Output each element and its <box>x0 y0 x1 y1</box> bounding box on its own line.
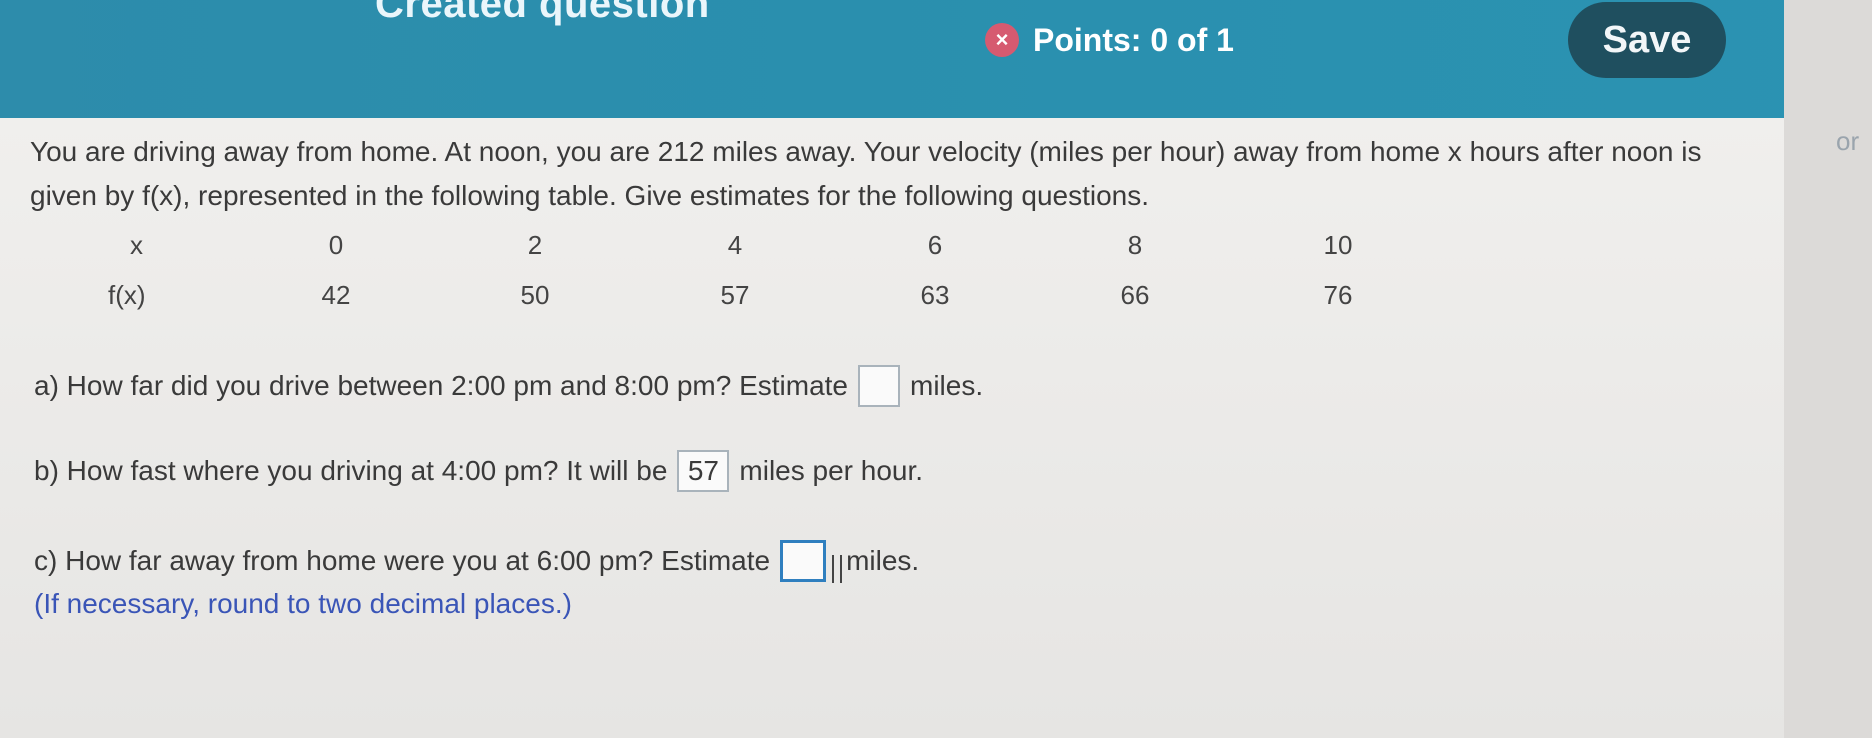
question-c: c) How far away from home were you at 6:… <box>34 540 920 583</box>
table-cell: 63 <box>920 280 950 310</box>
table-cell: 0 <box>328 230 344 260</box>
question-b-text: b) How fast where you driving at 4:00 pm… <box>34 455 668 486</box>
question-header: Created question × Points: 0 of 1 Save <box>0 0 1872 118</box>
answer-c-input[interactable] <box>780 540 827 582</box>
question-b: b) How fast where you driving at 4:00 pm… <box>34 450 923 492</box>
question-a-text: a) How far did you drive between 2:00 pm… <box>34 370 848 401</box>
table-cell: 8 <box>1127 230 1143 260</box>
table-header-x: x <box>130 230 143 260</box>
question-intro: You are driving away from home. At noon,… <box>30 136 1702 211</box>
answer-b-input[interactable]: 57 <box>677 450 730 492</box>
answer-a-input[interactable] <box>858 365 900 407</box>
table-cell: 2 <box>527 230 543 260</box>
question-c-unit: miles. <box>846 545 920 576</box>
table-cell: 4 <box>727 230 743 260</box>
save-button[interactable]: Save <box>1568 2 1726 78</box>
question-a-unit: miles. <box>910 370 984 401</box>
question-c-text: c) How far away from home were you at 6:… <box>34 545 771 576</box>
incorrect-icon: × <box>985 23 1019 57</box>
points-indicator: × Points: 0 of 1 <box>985 18 1234 62</box>
table-cell: 6 <box>927 230 943 260</box>
question-b-unit: miles per hour. <box>739 455 924 486</box>
header-title: Created question <box>375 0 710 26</box>
side-panel <box>1784 0 1872 738</box>
points-label: Points: 0 of 1 <box>1033 21 1234 58</box>
table-header-fx: f(x) <box>108 280 146 310</box>
table-cell: 50 <box>520 280 550 310</box>
side-fragment-text: or <box>1836 126 1860 156</box>
table-cell: 76 <box>1323 280 1353 310</box>
table-cell: 66 <box>1120 280 1150 310</box>
table-cell: 57 <box>720 280 750 310</box>
question-a: a) How far did you drive between 2:00 pm… <box>34 365 983 407</box>
table-cell: 10 <box>1323 230 1353 260</box>
rounding-note: (If necessary, round to two decimal plac… <box>34 588 572 619</box>
text-cursor-icon <box>832 555 843 583</box>
table-cell: 42 <box>321 280 351 310</box>
